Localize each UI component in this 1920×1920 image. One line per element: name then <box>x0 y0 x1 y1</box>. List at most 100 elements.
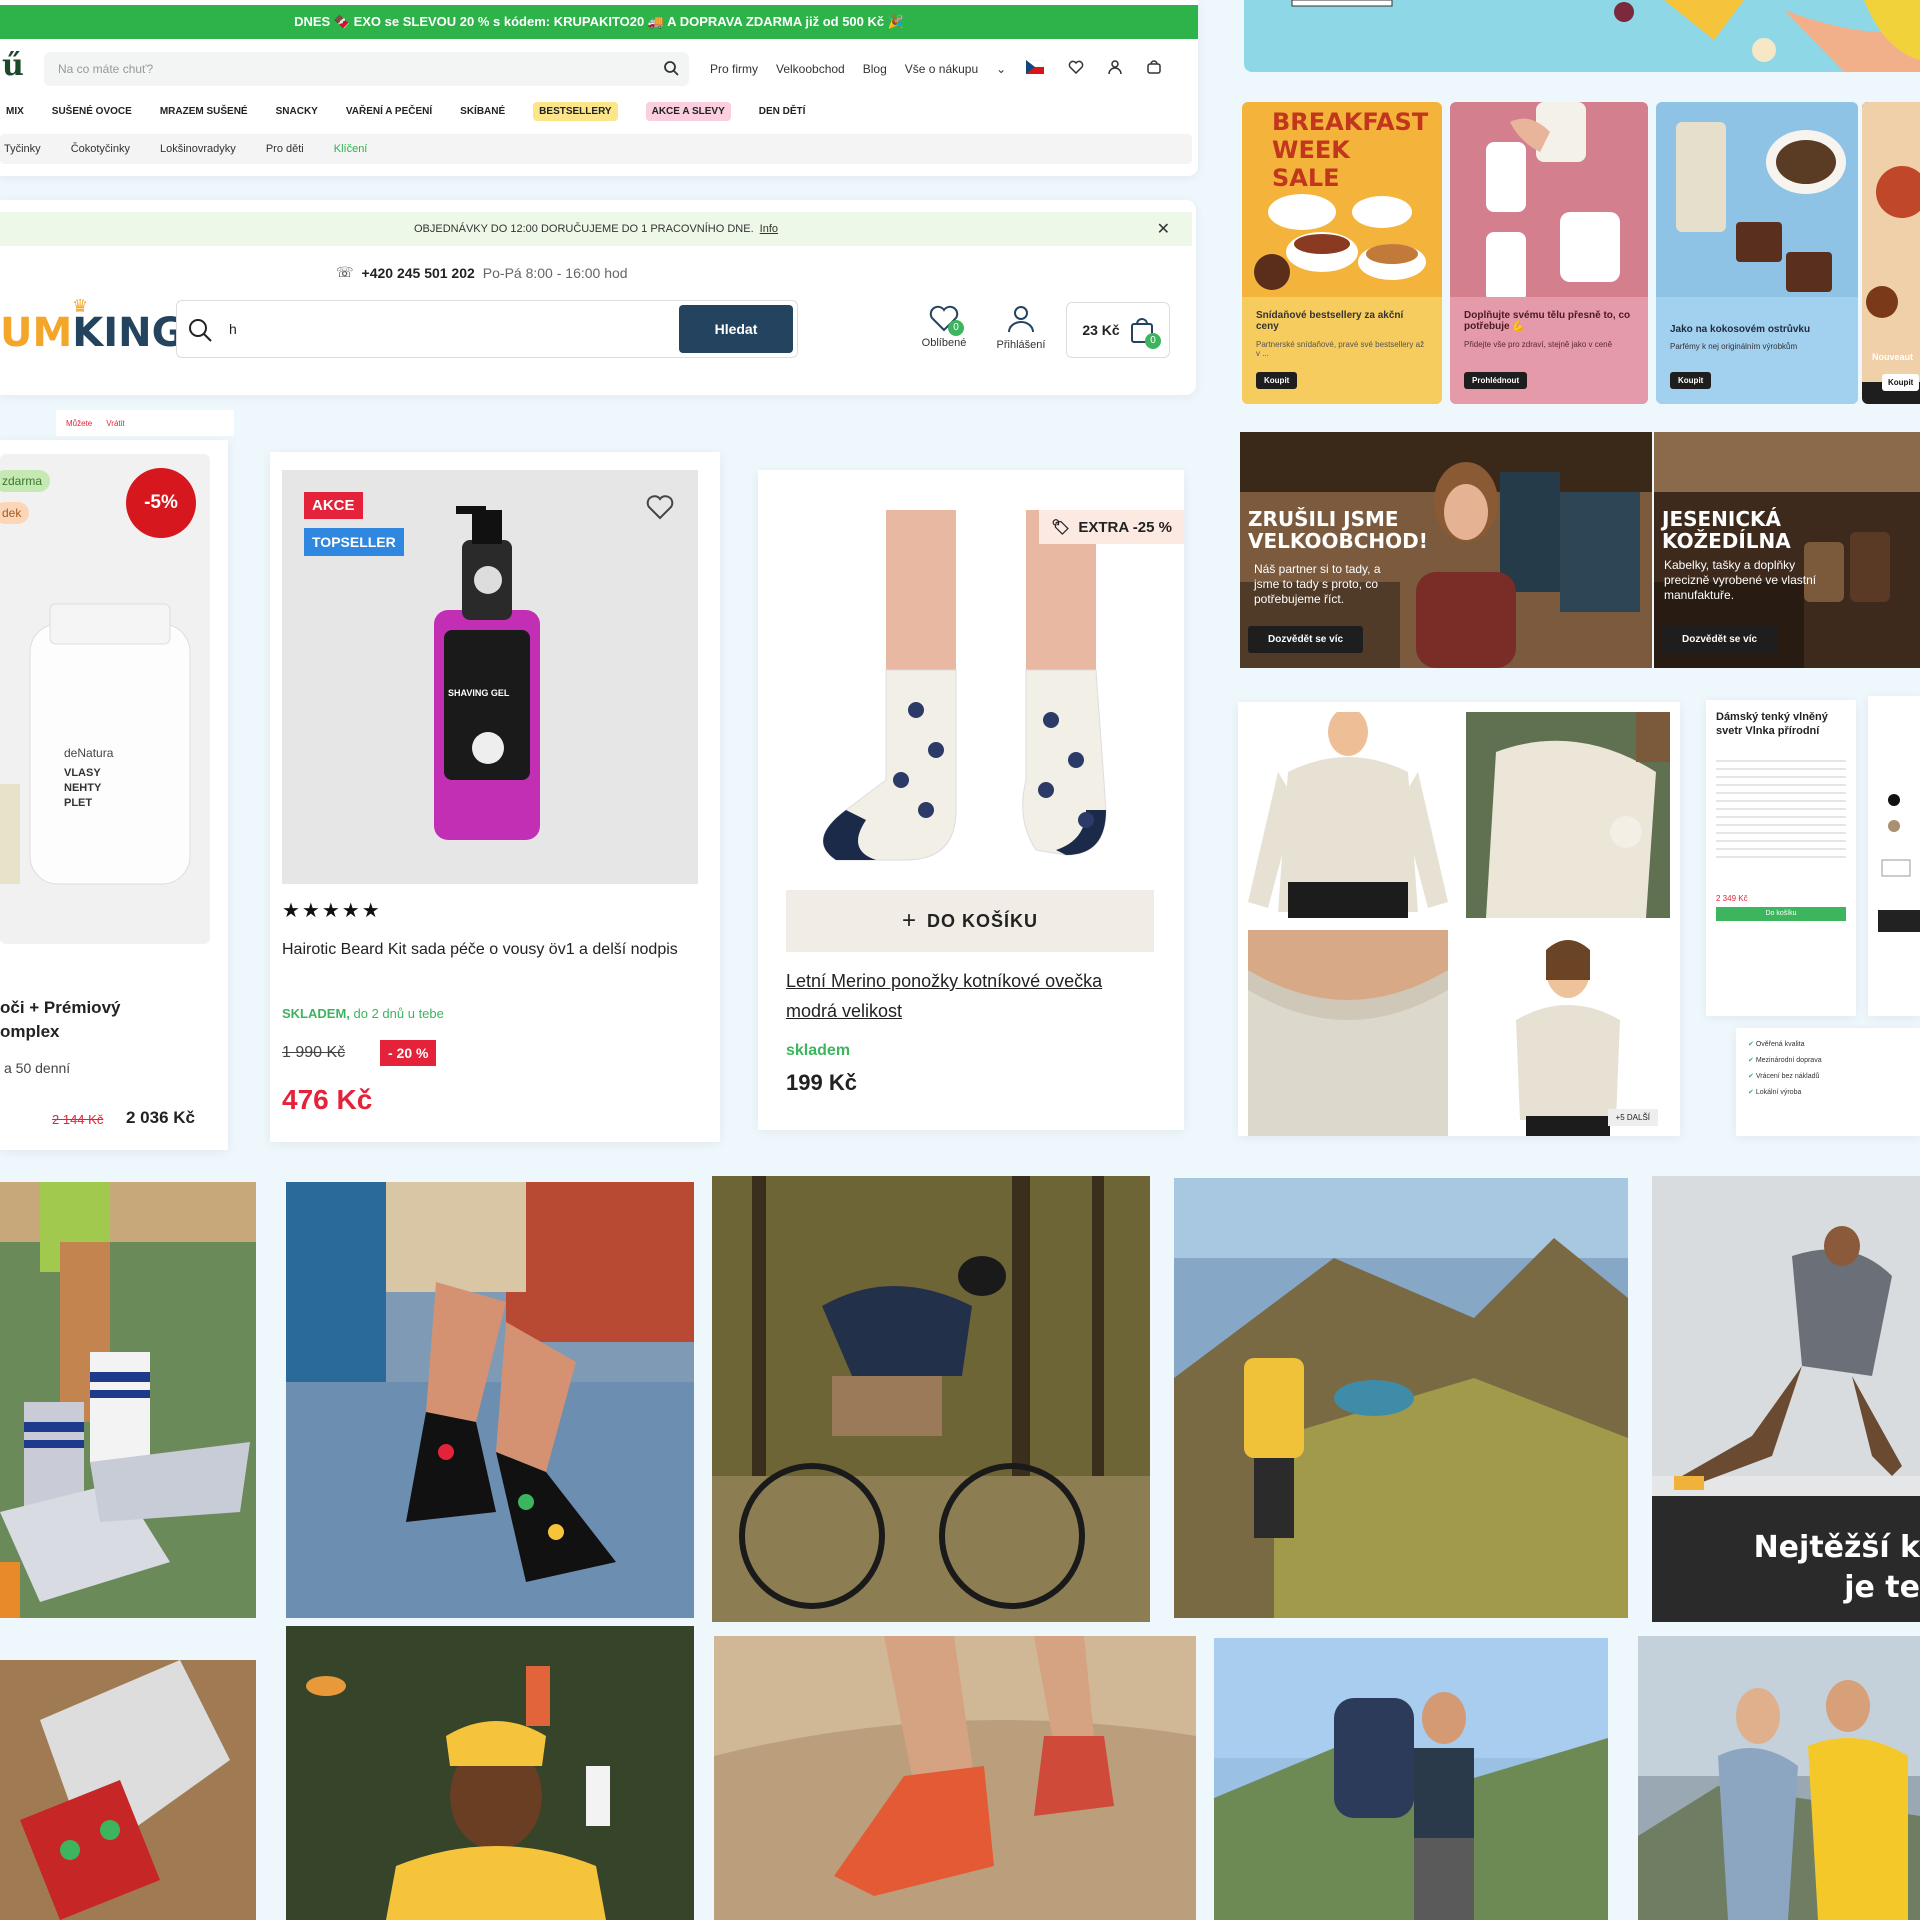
subnav-item[interactable]: Klíčení <box>334 143 368 155</box>
login-label: Přihlášení <box>996 339 1046 351</box>
banner-new[interactable]: Nouveaut Koupit <box>1862 102 1920 404</box>
photo-couple[interactable] <box>1638 1636 1920 1920</box>
top-link[interactable]: Pro firmy <box>710 62 758 76</box>
search-button[interactable]: Hledat <box>679 305 793 353</box>
sweater-detail-card[interactable]: Dámský tenký vlněný svetr Vlnka přírodní… <box>1706 700 1856 1016</box>
photo-sneaker-socks[interactable] <box>0 1660 256 1920</box>
product-card-shaving-gel[interactable]: SHAVING GEL AKCE TOPSELLER ★★★★★ Hairoti… <box>270 452 720 1142</box>
subnav-item[interactable]: Pro děti <box>266 143 304 155</box>
feature-text: Mezinárodní doprava <box>1755 1057 1822 1064</box>
promo-bar[interactable]: DNES 🍫 EXO se SLEVOU 20 % s kódem: KRUPA… <box>0 5 1198 39</box>
bottle-line: PLET <box>64 797 93 809</box>
cart-icon[interactable] <box>1146 60 1162 74</box>
nav-item-bestsellers[interactable]: BESTSELLERY <box>533 102 618 121</box>
sweater-options-card[interactable] <box>1868 696 1920 1016</box>
store-banner-text: Kabelky, tašky a doplňky precizně vyrobe… <box>1664 558 1817 602</box>
shop1-search-input[interactable]: Na co máte chuť? <box>44 52 689 86</box>
photo-cyclists[interactable] <box>712 1176 1150 1622</box>
product-title[interactable]: Letní Merino ponožky kotníkové ovečka mo… <box>786 966 1136 1026</box>
notice-text: OBJEDNÁVKY DO 12:00 DORUČUJEME DO 1 PRAC… <box>413 223 754 235</box>
cart-count: 0 <box>1145 333 1161 349</box>
logo-part-um: UM <box>0 310 73 356</box>
phone-number[interactable]: +420 245 501 202 <box>362 265 475 281</box>
banner-coconut[interactable]: Jako na kokosovém ostrůvku Parfémy k nej… <box>1656 102 1858 404</box>
cart-box[interactable]: 23 Kč 0 <box>1066 302 1170 358</box>
photo-peace-socks[interactable] <box>286 1182 694 1618</box>
more-photos-badge[interactable]: +5 DALŠÍ <box>1607 1109 1658 1126</box>
shop1-header: DNES 🍫 EXO se SLEVOU 20 % s kódem: KRUPA… <box>0 0 1198 176</box>
notice-link[interactable]: Info <box>760 223 778 235</box>
shop2-header: OBJEDNÁVKY DO 12:00 DORUČUJEME DO 1 PRAC… <box>0 200 1196 395</box>
banner-button[interactable]: Koupit <box>1256 372 1298 389</box>
subnav-item[interactable]: Lokšinovradyky <box>160 143 236 155</box>
login[interactable]: Přihlášení <box>986 304 1056 351</box>
photo-yellow-man[interactable] <box>286 1626 694 1920</box>
czech-flag-icon[interactable] <box>1026 60 1044 74</box>
chevron-down-icon: ⌄ <box>996 62 1007 76</box>
photo-runner[interactable]: Nejtěžší k je te <box>1652 1176 1920 1622</box>
photo-mountain-hiker[interactable] <box>1174 1178 1628 1618</box>
nav-item-sale[interactable]: AKCE A SLEVY <box>645 102 731 121</box>
favorites[interactable]: 0 Oblíbené <box>914 304 974 349</box>
search-icon[interactable] <box>663 60 679 81</box>
stock-info: SKLADEM, do 2 dnů u tebe <box>282 1006 444 1021</box>
umking-logo[interactable]: UMKING ♛ <box>0 296 184 356</box>
nav-item[interactable]: SNACKY <box>276 106 318 117</box>
search-icon[interactable] <box>187 317 213 343</box>
nav-item[interactable]: MRAZEM SUŠENÉ <box>160 106 248 117</box>
heart-icon[interactable] <box>1068 60 1084 74</box>
nav-item[interactable]: VAŘENÍ A PEČENÍ <box>346 106 432 117</box>
top-link[interactable]: Blog <box>863 62 887 76</box>
shop1-logo[interactable]: ű <box>2 48 24 83</box>
product-card-supplement[interactable]: Můžete Vrátit deNatura VLASY NEHTY PLET … <box>0 410 234 1150</box>
sweater-photo-detail[interactable] <box>1248 930 1448 1136</box>
product-image[interactable] <box>786 510 1154 930</box>
return-tab[interactable]: Vrátit <box>106 419 124 428</box>
product-title[interactable]: oči + Prémiový omplex <box>0 996 120 1044</box>
hero-banner[interactable] <box>1244 0 1920 72</box>
store-banner-button[interactable]: Dozvědět se víc <box>1662 626 1778 653</box>
add-to-cart-button[interactable]: + DO KOŠÍKU <box>786 890 1154 952</box>
nav-item[interactable]: SUŠENÉ OVOCE <box>52 106 132 117</box>
sweater-photo-front[interactable] <box>1248 712 1448 918</box>
subnav-item[interactable]: Čokotyčinky <box>71 143 130 155</box>
subnav-item[interactable]: Tyčinky <box>4 143 41 155</box>
banner-title: BREAKFAST WEEK SALE <box>1272 108 1429 192</box>
photo-trail-runner[interactable] <box>714 1636 1196 1920</box>
nav-item-kids-day[interactable]: DEN DĚTÍ <box>759 106 806 117</box>
store-banner-leather[interactable]: JESENICKÁ KOŽEDÍLNA Kabelky, tašky a dop… <box>1654 432 1920 668</box>
detail-add-button[interactable]: Do košíku <box>1716 907 1846 921</box>
top-link[interactable]: Velkoobchod <box>776 62 845 76</box>
crown-icon: ♛ <box>72 296 89 317</box>
store-banner-button[interactable]: Dozvědět se víc <box>1248 626 1364 653</box>
title-line: oči + Prémiový <box>0 998 121 1017</box>
close-icon[interactable]: ✕ <box>1157 219 1170 239</box>
wishlist-heart-icon[interactable] <box>646 494 674 520</box>
stock-status: SKLADEM, <box>282 1006 350 1021</box>
user-icon <box>1008 306 1034 333</box>
photo-backpacker[interactable] <box>1214 1638 1608 1920</box>
product-title[interactable]: Hairotic Beard Kit sada péče o vousy öv1… <box>282 936 702 964</box>
nav-item[interactable]: MIX <box>6 106 24 117</box>
discount-tag: - 20 % <box>380 1040 437 1066</box>
banner-supplements[interactable]: Doplňujte svému tělu přesně to, co potře… <box>1450 102 1648 404</box>
user-icon[interactable] <box>1108 60 1122 74</box>
search-input[interactable]: h <box>229 321 237 337</box>
banner-button[interactable]: Prohlédnout <box>1464 372 1528 389</box>
title-line: omplex <box>0 1022 60 1041</box>
photo-striped-socks[interactable] <box>0 1182 256 1618</box>
product-card-socks[interactable]: 🏷 EXTRA -25 % + DO KOŠÍKU Letní Merino p… <box>758 470 1184 1130</box>
banner-button[interactable]: Koupit <box>1670 372 1712 389</box>
store-banner-wholesale[interactable]: ZRUŠILI JSME VELKOOBCHOD! Náš partner si… <box>1240 432 1652 668</box>
top-link[interactable]: Vše o nákupu <box>905 62 978 76</box>
sweater-photo-side[interactable] <box>1466 712 1670 918</box>
badge-extra: dek <box>0 502 30 524</box>
store-banner-text: Náš partner si to tady, a jsme to tady s… <box>1254 562 1381 606</box>
banner-breakfast[interactable]: BREAKFAST WEEK SALE Snídaňové bestseller… <box>1242 102 1442 404</box>
check-icon: ✔ <box>1748 1057 1754 1064</box>
sweater-photo-model[interactable]: +5 DALŠÍ <box>1466 930 1670 1136</box>
banner-button[interactable]: Koupit <box>1882 374 1920 391</box>
nav-item[interactable]: SKÍBANÉ <box>460 106 505 117</box>
feature-item: ✔ Vrácení bez nákladů <box>1748 1072 1908 1080</box>
return-tab[interactable]: Můžete <box>66 419 92 428</box>
